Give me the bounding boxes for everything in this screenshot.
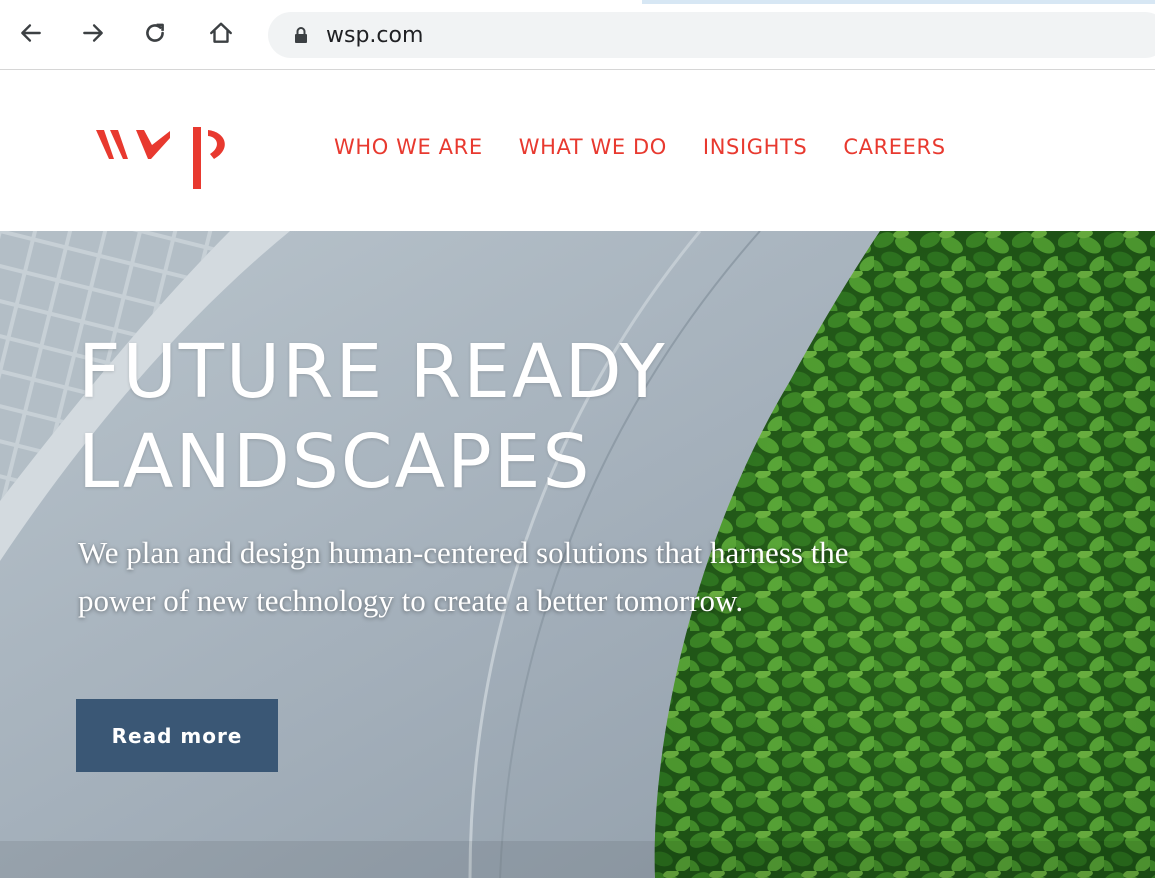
reload-button[interactable] bbox=[138, 16, 172, 50]
hero-title-line-1: FUTURE READY bbox=[78, 329, 667, 415]
main-navigation: WHO WE ARE WHAT WE DO INSIGHTS CAREERS bbox=[334, 135, 946, 159]
hero-title-line-2: LANDSCAPES bbox=[78, 419, 592, 505]
hero-title: FUTURE READY LANDSCAPES bbox=[78, 327, 667, 507]
nav-careers[interactable]: CAREERS bbox=[843, 135, 945, 159]
wsp-logo[interactable] bbox=[92, 121, 242, 195]
home-icon bbox=[210, 22, 232, 43]
hero-banner: FUTURE READY LANDSCAPES We plan and desi… bbox=[0, 231, 1155, 878]
home-button[interactable] bbox=[204, 16, 238, 50]
hero-subtitle: We plan and design human-centered soluti… bbox=[78, 529, 1068, 625]
reload-icon bbox=[146, 23, 164, 42]
nav-insights[interactable]: INSIGHTS bbox=[703, 135, 807, 159]
hero-subtitle-line-1: We plan and design human-centered soluti… bbox=[78, 535, 849, 570]
url-text[interactable]: wsp.com bbox=[326, 23, 423, 48]
hero-subtitle-line-2: power of new technology to create a bett… bbox=[78, 583, 744, 618]
browser-toolbar: wsp.com bbox=[0, 0, 1155, 70]
address-bar[interactable]: wsp.com bbox=[268, 12, 1155, 58]
forward-button[interactable] bbox=[76, 16, 110, 50]
lock-icon bbox=[294, 26, 310, 44]
wsp-logo-mark bbox=[96, 127, 225, 189]
forward-arrow-icon bbox=[83, 24, 103, 42]
read-more-button[interactable]: Read more bbox=[76, 699, 278, 772]
site-header: WHO WE ARE WHAT WE DO INSIGHTS CAREERS bbox=[0, 71, 1155, 231]
nav-what-we-do[interactable]: WHAT WE DO bbox=[519, 135, 667, 159]
nav-who-we-are[interactable]: WHO WE ARE bbox=[334, 135, 483, 159]
back-arrow-icon bbox=[21, 24, 41, 42]
back-button[interactable] bbox=[14, 16, 48, 50]
tab-strip-edge bbox=[642, 0, 1155, 4]
